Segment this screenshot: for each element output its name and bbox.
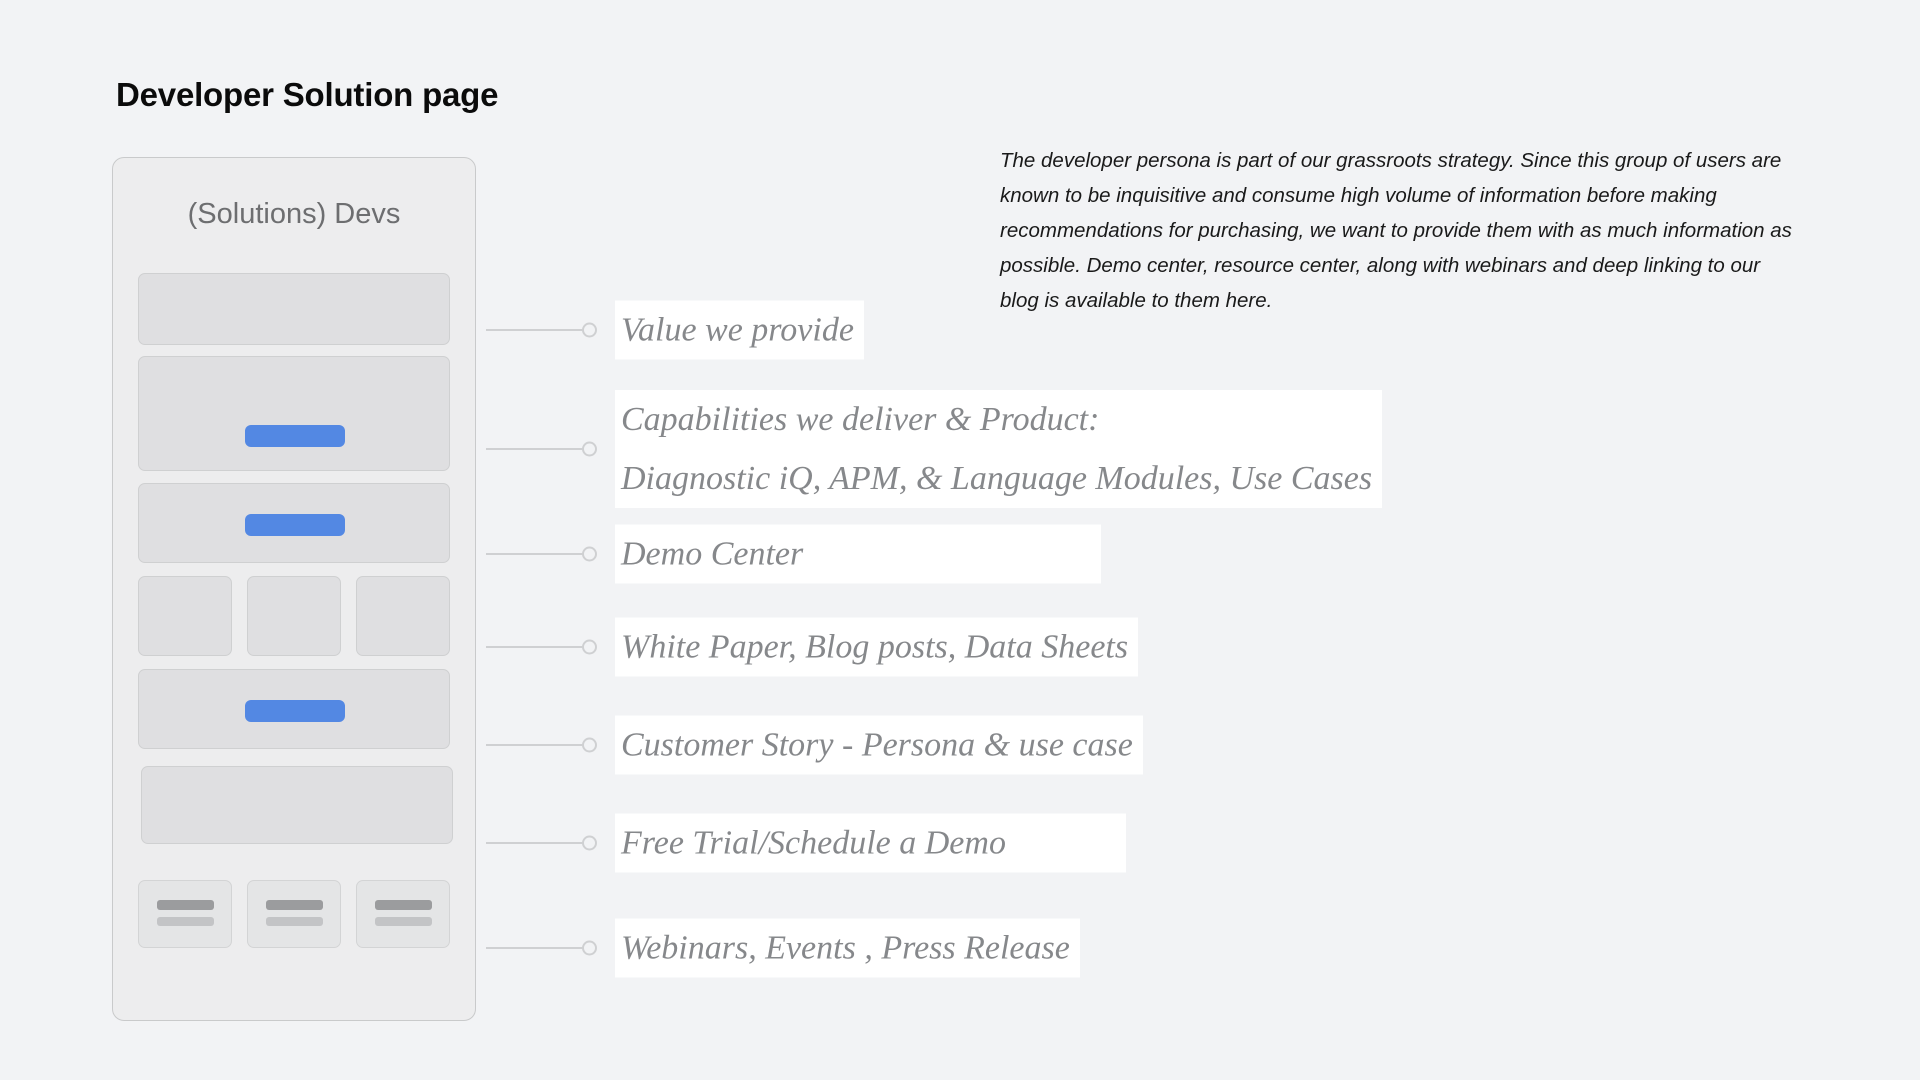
callout-node-circle (582, 639, 597, 655)
callout-node-circle (582, 441, 597, 457)
callout-leader-line (486, 553, 588, 555)
callout-leader-line (486, 448, 588, 450)
callout-node-circle (582, 546, 597, 562)
wireframe-card-value-section[interactable] (138, 356, 450, 471)
wireframe-resource-tile-1[interactable] (138, 576, 232, 656)
wireframe-row-footer-tiles (138, 880, 450, 948)
wireframe-resource-tile-2[interactable] (247, 576, 341, 656)
wireframe-text-bar-secondary (266, 917, 323, 926)
wireframe-row-resource-tiles (138, 576, 450, 656)
page-title: Developer Solution page (116, 76, 499, 113)
callout-node-circle (582, 737, 597, 753)
wireframe-card-customer-story[interactable] (138, 669, 450, 749)
callout-label-text: Capabilities we deliver & Product: Diagn… (615, 390, 1383, 508)
wireframe-cta-button-value[interactable] (245, 425, 345, 447)
callout-label-text: Demo Center (615, 524, 1101, 584)
callout-leader-line (486, 947, 588, 949)
callout-resources: White Paper, Blog posts, Data Sheets (486, 617, 1166, 677)
callout-node-circle (582, 322, 597, 338)
wireframe-text-bar-secondary (375, 917, 432, 926)
callout-customer-story: Customer Story - Persona & use case (486, 715, 1166, 775)
callout-free-trial: Free Trial/Schedule a Demo (486, 813, 1166, 873)
wireframe-footer-tile-1[interactable] (138, 880, 232, 948)
wireframe-footer-tile-3[interactable] (356, 880, 450, 948)
callout-node-circle (582, 835, 597, 851)
wireframe-card-free-trial[interactable] (141, 766, 453, 844)
wireframe-header-label: (Solutions) Devs (187, 198, 401, 230)
callout-leader-line (486, 646, 588, 648)
wireframe-text-bar-primary (375, 900, 432, 910)
callout-label-text: White Paper, Blog posts, Data Sheets (615, 617, 1139, 677)
wireframe-card-hero-banner[interactable] (138, 273, 450, 345)
callout-label-line-2: Diagnostic iQ, APM, & Language Modules, … (621, 460, 1373, 497)
callout-leader-line (486, 329, 588, 331)
callout-demo-center: Demo Center (486, 524, 1106, 584)
callout-node-circle (582, 940, 597, 956)
wireframe-text-bar-primary (157, 900, 214, 910)
wireframe-resource-tile-3[interactable] (356, 576, 450, 656)
callout-value-we-provide: Value we provide (486, 300, 906, 360)
wireframe-panel: (Solutions) Devs (112, 157, 476, 1021)
callout-label-text: Free Trial/Schedule a Demo (615, 813, 1126, 873)
wireframe-cta-button-story[interactable] (245, 700, 345, 722)
callout-leader-line (486, 842, 588, 844)
callout-label-text: Value we provide (615, 300, 864, 360)
wireframe-card-demo-section[interactable] (138, 483, 450, 563)
callout-label-line-1: Capabilities we deliver & Product: (621, 401, 1100, 438)
callout-webinars: Webinars, Events , Press Release (486, 918, 1166, 978)
wireframe-footer-tile-2[interactable] (247, 880, 341, 948)
wireframe-text-bar-primary (266, 900, 323, 910)
wireframe-cta-button-demo[interactable] (245, 514, 345, 536)
persona-description: The developer persona is part of our gra… (1000, 149, 1792, 312)
callout-capabilities: Capabilities we deliver & Product: Diagn… (486, 390, 1386, 508)
callout-label-text: Customer Story - Persona & use case (615, 715, 1143, 775)
callout-label-text: Webinars, Events , Press Release (615, 918, 1080, 978)
callout-leader-line (486, 744, 588, 746)
wireframe-text-bar-secondary (157, 917, 214, 926)
